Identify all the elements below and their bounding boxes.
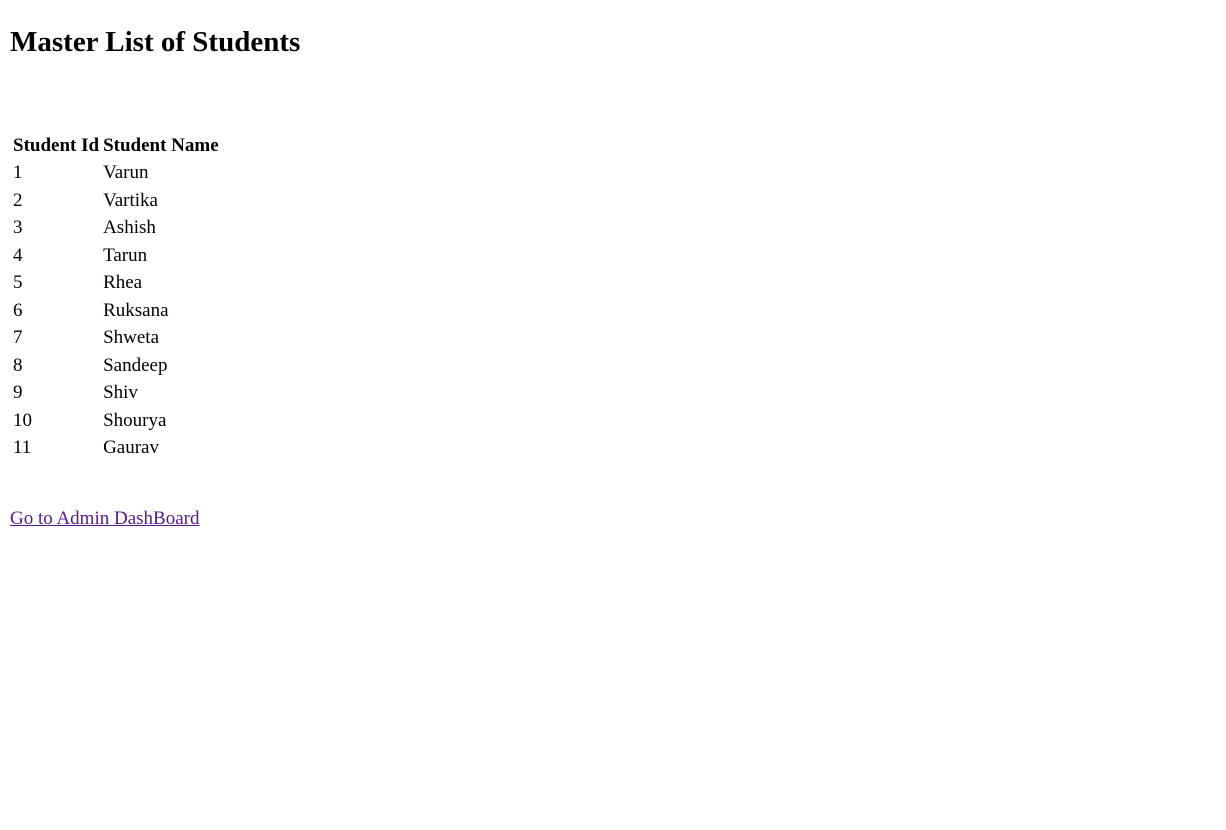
student-name-cell: Varun xyxy=(103,162,149,184)
page-title: Master List of Students xyxy=(10,26,301,58)
table-row: 9 Shiv xyxy=(12,381,220,407)
student-name-cell: Rhea xyxy=(103,272,143,294)
column-header-student-name: Student Name xyxy=(103,134,219,156)
page: Master List of Students Student Id Stude… xyxy=(0,0,1226,830)
student-id-cell: 10 xyxy=(13,409,32,431)
table-row: 6 Ruksana xyxy=(12,298,220,324)
student-id-cell: 9 xyxy=(13,382,23,404)
student-name-cell: Ruksana xyxy=(103,299,169,321)
student-id-cell: 5 xyxy=(13,272,23,294)
student-name-cell: Shweta xyxy=(103,327,160,349)
admin-dashboard-link[interactable]: Go to Admin DashBoard xyxy=(10,507,199,531)
student-id-cell: 6 xyxy=(13,299,23,321)
student-name-cell: Ashish xyxy=(103,217,156,239)
table-row: 2 Vartika xyxy=(12,188,220,214)
table-row: 3 Ashish xyxy=(12,216,220,242)
table-row: 11 Gaurav xyxy=(12,436,220,462)
table-row: 5 Rhea xyxy=(12,271,220,297)
table-header-row: Student Id Student Name xyxy=(12,133,220,159)
student-table: Student Id Student Name 1 Varun 2 Vartik… xyxy=(10,131,222,463)
column-header-student-id: Student Id xyxy=(13,134,100,156)
table-row: 7 Shweta xyxy=(12,326,220,352)
student-id-cell: 3 xyxy=(13,217,23,239)
student-name-cell: Shiv xyxy=(103,382,138,404)
student-id-cell: 2 xyxy=(13,189,23,211)
student-id-cell: 11 xyxy=(13,437,32,459)
student-id-cell: 1 xyxy=(13,162,23,184)
table-row: 8 Sandeep xyxy=(12,353,220,379)
student-name-cell: Sandeep xyxy=(103,354,168,376)
student-name-cell: Vartika xyxy=(103,189,158,211)
table-row: 10 Shourya xyxy=(12,408,220,434)
student-name-cell: Shourya xyxy=(103,409,167,431)
table-row: 4 Tarun xyxy=(12,243,220,269)
student-name-cell: Tarun xyxy=(103,244,148,266)
student-name-cell: Gaurav xyxy=(103,437,159,459)
table-row: 1 Varun xyxy=(12,161,220,187)
student-id-cell: 7 xyxy=(13,327,23,349)
student-id-cell: 4 xyxy=(13,244,23,266)
student-id-cell: 8 xyxy=(13,354,23,376)
